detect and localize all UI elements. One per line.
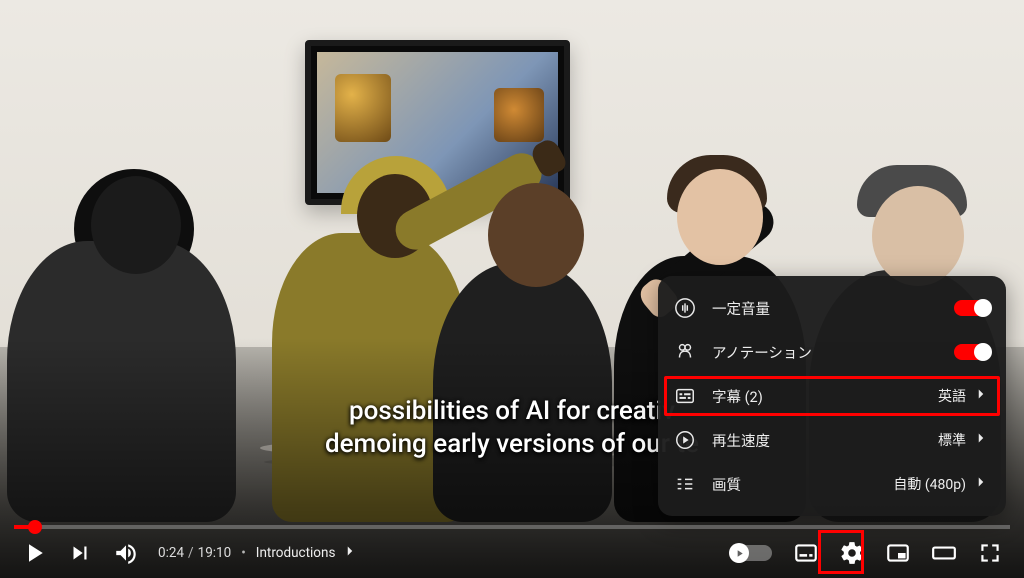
subtitles-button[interactable] [786,533,826,573]
menu-value: 自動 (480p) [893,474,966,494]
autoplay-toggle[interactable] [730,545,772,561]
chevron-right-icon [972,385,990,407]
menu-item-stable-volume[interactable]: 一定音量 [658,286,1006,330]
chevron-right-icon [972,429,990,451]
menu-label: 画質 [712,474,879,495]
settings-button[interactable] [832,533,872,573]
menu-label: アノテーション [712,342,940,363]
menu-item-subtitles[interactable]: 字幕 (2) 英語 [658,374,1006,418]
fullscreen-button[interactable] [970,533,1010,573]
chevron-right-icon [972,473,990,495]
quality-icon [672,471,698,497]
settings-menu: 一定音量 アノテーション 字幕 (2) 英語 再生速度 [658,276,1006,516]
theater-mode-button[interactable] [924,533,964,573]
subtitles-icon [672,383,698,409]
annotations-icon [672,339,698,365]
time-separator: / [188,545,194,561]
next-button[interactable] [60,533,100,573]
menu-label: 再生速度 [712,430,924,451]
menu-label: 一定音量 [712,298,940,319]
menu-item-playback-speed[interactable]: 再生速度 標準 [658,418,1006,462]
volume-button[interactable] [106,533,146,573]
time-current: 0:24 [158,545,184,561]
chapter-button[interactable]: Introductions [256,542,360,564]
menu-item-annotations[interactable]: アノテーション [658,330,1006,374]
time-display: 0:24 / 19:10 • Introductions [152,542,365,564]
video-viewport: possibilities of AI for creativ demoing … [0,0,1024,578]
toggle-switch[interactable] [954,344,990,360]
playback-speed-icon [672,427,698,453]
chevron-right-icon [341,542,359,564]
menu-value: 標準 [938,430,966,450]
miniplayer-button[interactable] [878,533,918,573]
toggle-switch[interactable] [954,300,990,316]
stable-volume-icon [672,295,698,321]
menu-label: 字幕 (2) [712,386,924,407]
menu-item-quality[interactable]: 画質 自動 (480p) [658,462,1006,506]
chapter-label: Introductions [256,545,336,561]
time-duration: 19:10 [198,545,232,561]
menu-value: 英語 [938,386,966,406]
control-bar: 0:24 / 19:10 • Introductions [0,528,1024,578]
time-dot: • [241,545,246,561]
play-button[interactable] [14,533,54,573]
